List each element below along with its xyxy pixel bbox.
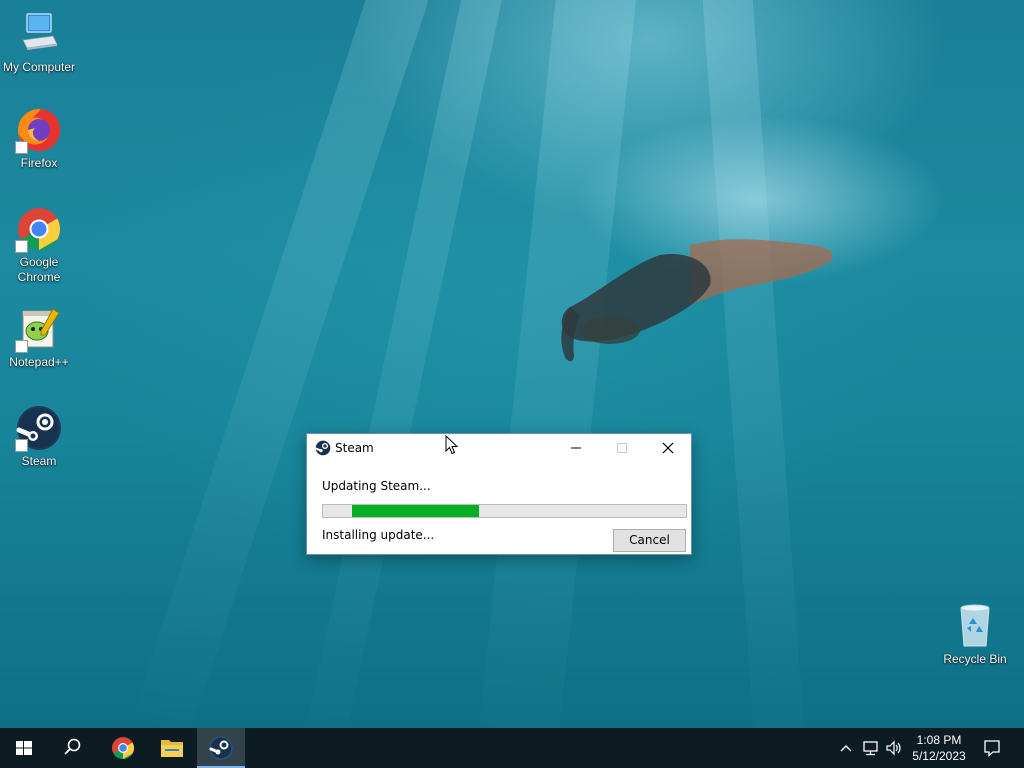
search-icon [64, 738, 81, 755]
taskbar-clock[interactable]: 1:08 PM 5/12/2023 [904, 732, 974, 764]
steam-icon [315, 440, 331, 456]
maximize-button [599, 434, 645, 462]
taskbar-steam-button[interactable] [197, 728, 245, 768]
minimize-icon [571, 447, 581, 449]
desktop-icon-notepadpp[interactable]: Notepad++ [1, 305, 77, 370]
desktop-icon-label: My Computer [2, 60, 76, 74]
recycle-bin-icon [951, 602, 999, 650]
update-progress-bar [322, 504, 687, 518]
volume-icon[interactable] [885, 738, 903, 758]
steam-icon [209, 736, 233, 760]
desktop: My Computer Firefox Google Chrome Notepa… [0, 0, 1024, 728]
notepadpp-icon [15, 305, 63, 353]
desktop-icon-label: Firefox [20, 156, 58, 170]
shortcut-arrow-icon [15, 439, 28, 452]
start-button[interactable] [0, 728, 48, 768]
update-progress-fill [352, 505, 480, 517]
minimize-button[interactable] [553, 434, 599, 462]
dialog-title: Steam [335, 441, 374, 455]
taskbar-chrome-button[interactable] [99, 728, 147, 768]
firefox-icon [15, 106, 63, 154]
update-status-text: Updating Steam... [322, 479, 431, 493]
dialog-titlebar[interactable]: Steam [307, 434, 691, 462]
desktop-icon-chrome[interactable]: Google Chrome [1, 205, 77, 285]
desktop-icon-firefox[interactable]: Firefox [1, 106, 77, 171]
taskbar-file-explorer-button[interactable] [148, 728, 196, 768]
desktop-icon-label: Google Chrome [17, 255, 61, 284]
steam-update-dialog: Steam Updating Steam... Installing updat… [306, 433, 692, 555]
windows-start-icon [16, 741, 32, 755]
wallpaper-diver-image [561, 239, 833, 362]
close-icon [662, 442, 674, 454]
cancel-button[interactable]: Cancel [613, 529, 686, 552]
close-button[interactable] [645, 434, 691, 462]
desktop-icon-steam[interactable]: Steam [1, 404, 77, 469]
update-detail-text: Installing update... [322, 528, 435, 542]
clock-time: 1:08 PM [916, 733, 962, 747]
maximize-icon [617, 443, 627, 453]
notifications-icon[interactable] [983, 738, 1001, 758]
desktop-icon-label: Steam [21, 454, 57, 468]
search-button[interactable] [48, 728, 96, 768]
shortcut-arrow-icon [15, 141, 28, 154]
shortcut-arrow-icon [15, 240, 28, 253]
taskbar: 1:08 PM 5/12/2023 [0, 728, 1024, 768]
desktop-icon-label: Recycle Bin [943, 652, 1007, 666]
chrome-icon [112, 737, 134, 759]
clock-date: 5/12/2023 [912, 749, 966, 763]
steam-icon [15, 404, 63, 452]
chrome-icon [15, 205, 63, 253]
network-icon[interactable] [862, 738, 880, 758]
file-explorer-icon [161, 740, 183, 757]
desktop-icon-recycle-bin[interactable]: Recycle Bin [937, 602, 1013, 667]
shortcut-arrow-icon [15, 340, 28, 353]
desktop-icon-label: Notepad++ [9, 355, 69, 369]
show-hidden-icons-chevron-up-icon[interactable] [839, 738, 853, 758]
mouse-cursor-icon [445, 435, 459, 455]
computer-icon [15, 10, 63, 58]
desktop-icon-my-computer[interactable]: My Computer [1, 10, 77, 75]
